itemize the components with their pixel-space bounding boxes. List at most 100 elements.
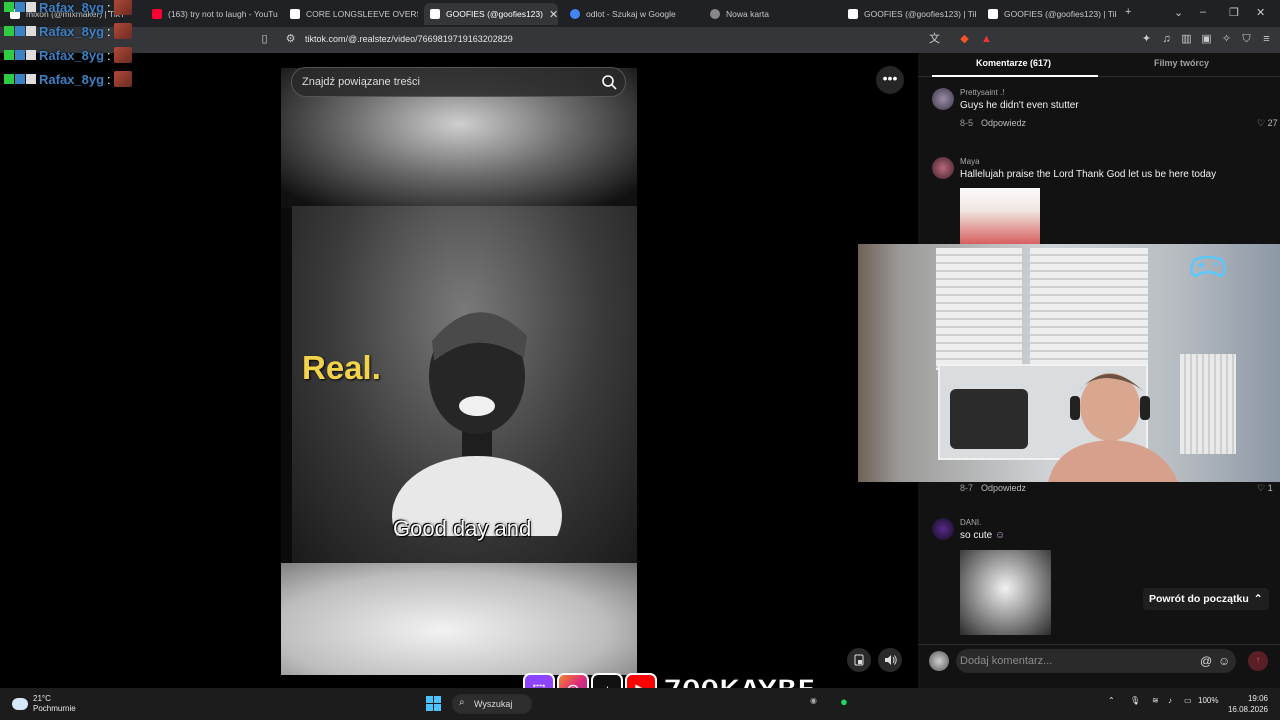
chat-username: Rafax_8yg — [39, 71, 105, 87]
maximize-icon[interactable]: ❐ — [1229, 6, 1239, 19]
comment-username[interactable]: DANI. — [960, 518, 981, 527]
chat-username: Rafax_8yg — [39, 23, 105, 39]
comment-username[interactable]: Maya — [960, 157, 980, 166]
tab-comments[interactable]: Komentarze (617) — [976, 58, 1051, 68]
chevron-up-icon[interactable]: ⌃ — [1108, 696, 1115, 705]
comment-gif[interactable] — [960, 188, 1040, 244]
wallet-icon[interactable]: ▣ — [1200, 33, 1213, 46]
site-settings-icon[interactable]: ⚙ — [284, 33, 297, 46]
app-icon[interactable]: ◉ — [810, 696, 817, 705]
shield-icon — [710, 9, 720, 19]
tab-google[interactable]: odlot - Szukaj w Google — [564, 3, 698, 25]
webcam-overlay — [858, 244, 1280, 482]
avatar[interactable] — [932, 518, 954, 540]
taskbar-search[interactable]: ⌕ Wyszukaj — [452, 694, 532, 714]
like-count: 1 — [1267, 483, 1273, 493]
reply-button[interactable]: Odpowiedz — [981, 118, 1026, 128]
x-badge-icon — [15, 2, 25, 12]
emote-icon — [113, 23, 132, 39]
comment-field[interactable]: @ ☺ — [956, 649, 1236, 673]
address-toolbar: ▯ ⚙ tiktok.com/@.realstez/video/76698197… — [0, 27, 1280, 53]
radiator — [1180, 354, 1236, 454]
tiktok-icon — [848, 9, 858, 19]
like-button[interactable]: ♡ 1 — [1257, 483, 1273, 494]
tab-search-icon[interactable]: ⌄ — [1174, 6, 1183, 19]
tab-longsleeve[interactable]: CORE LONGSLEEVE OVERSIZE — [284, 3, 418, 25]
rewards-icon[interactable]: ▲ — [980, 33, 993, 46]
windows-start-icon[interactable] — [426, 696, 441, 711]
comments-tabs: Komentarze (617) Filmy twórcy — [918, 53, 1280, 77]
like-button[interactable]: ♡ 27 — [1257, 118, 1278, 129]
video-frame: Real. Good day and — [292, 206, 637, 563]
tab-label: GOOFIES (@goofies123) | TikT — [864, 9, 976, 19]
clock-date: 16.08.2026 — [1227, 705, 1268, 714]
url-field[interactable]: tiktok.com/@.realstez/video/766981971916… — [305, 34, 513, 44]
emoji-icon[interactable]: ☺ — [1218, 654, 1230, 668]
comment-input[interactable] — [956, 649, 1186, 673]
back-to-top-label: Powrót do początku — [1149, 593, 1249, 605]
extensions-icon[interactable]: ✦ — [1140, 33, 1153, 46]
tiktok-icon — [430, 9, 440, 19]
chat-badges — [4, 2, 36, 12]
tab-youtube[interactable]: (163) try not to laugh - YouTube — [146, 3, 278, 25]
bookmark-icon[interactable]: ▯ — [258, 33, 271, 46]
search-icon[interactable] — [601, 74, 617, 90]
battery-icon[interactable]: ▭ — [1184, 696, 1192, 705]
youtube-icon — [152, 9, 162, 19]
gift-badge-icon — [26, 2, 36, 12]
more-options-button[interactable]: ••• — [876, 66, 904, 94]
spotify-icon[interactable]: ● — [840, 694, 848, 709]
new-tab-button[interactable]: + — [1125, 6, 1131, 18]
sidebar-icon[interactable]: ▥ — [1180, 33, 1193, 46]
volume-button[interactable] — [878, 648, 902, 672]
ai-icon[interactable]: ✧ — [1220, 33, 1233, 46]
video-subtitle: Good day and — [393, 516, 532, 541]
brave-shield-icon[interactable]: ◆ — [958, 33, 971, 46]
related-search-input[interactable] — [302, 76, 582, 88]
avatar[interactable] — [932, 88, 954, 110]
kick-badge-icon — [4, 2, 14, 12]
weather-desc: Pochmurnie — [33, 704, 76, 713]
minimize-icon[interactable]: – — [1200, 6, 1206, 18]
tab-goofies-3[interactable]: GOOFIES (@goofies123) | TikT — [982, 3, 1116, 25]
clock[interactable]: 19:06 16.08.2026 — [1222, 693, 1268, 715]
related-search-bar[interactable] — [291, 67, 626, 97]
tab-goofies-active[interactable]: GOOFIES (@goofies123) ✕ — [424, 3, 558, 25]
wifi-icon[interactable]: ≋ — [1152, 696, 1159, 705]
video-caption-word: Real. — [302, 349, 381, 386]
translate-icon[interactable]: 文 — [928, 33, 941, 46]
comment-input-bar: @ ☺ ↑ — [918, 644, 1280, 676]
chat-username: Rafax_8yg — [39, 0, 105, 15]
weather-widget[interactable]: 21°C Pochmurnie — [12, 694, 76, 714]
tab-creator-videos[interactable]: Filmy twórcy — [1154, 58, 1209, 68]
tab-label: odlot - Szukaj w Google — [586, 9, 676, 19]
comment-username[interactable]: Prettysaint .! — [960, 88, 1004, 97]
mention-icon[interactable]: @ — [1200, 654, 1212, 668]
speaker-icon[interactable]: ♪ — [1168, 696, 1172, 705]
window-close-icon[interactable]: ✕ — [1256, 6, 1265, 19]
comment-image[interactable] — [960, 550, 1051, 635]
chat-separator: : — [107, 47, 111, 63]
chat-badges — [4, 74, 36, 84]
back-to-top-button[interactable]: Powrót do początku ⌃ — [1143, 588, 1269, 610]
window-blind — [1030, 248, 1148, 370]
chat-message: Rafax_8yg : — [4, 68, 132, 90]
kick-badge-icon — [4, 50, 14, 60]
menu-icon[interactable]: ≡ — [1260, 33, 1273, 46]
pip-button[interactable] — [847, 648, 871, 672]
music-icon[interactable]: ♫ — [1160, 33, 1173, 46]
gift-badge-icon — [26, 26, 36, 36]
avatar[interactable] — [932, 157, 954, 179]
taskbar-search-label: Wyszukaj — [474, 699, 513, 709]
send-comment-button[interactable]: ↑ — [1248, 651, 1268, 671]
close-icon[interactable]: ✕ — [549, 8, 558, 21]
vpn-icon[interactable]: ⛉ — [1240, 33, 1253, 46]
reply-button[interactable]: Odpowiedz — [981, 483, 1026, 493]
tiktok-icon — [988, 9, 998, 19]
weather-text: 21°C Pochmurnie — [33, 694, 76, 714]
video-player[interactable]: Real. Good day and — [281, 68, 637, 675]
tab-new[interactable]: Nowa karta — [704, 3, 838, 25]
mic-icon[interactable]: 🎙 — [1130, 696, 1140, 705]
chat-separator: : — [107, 23, 111, 39]
tab-goofies-2[interactable]: GOOFIES (@goofies123) | TikT — [842, 3, 976, 25]
